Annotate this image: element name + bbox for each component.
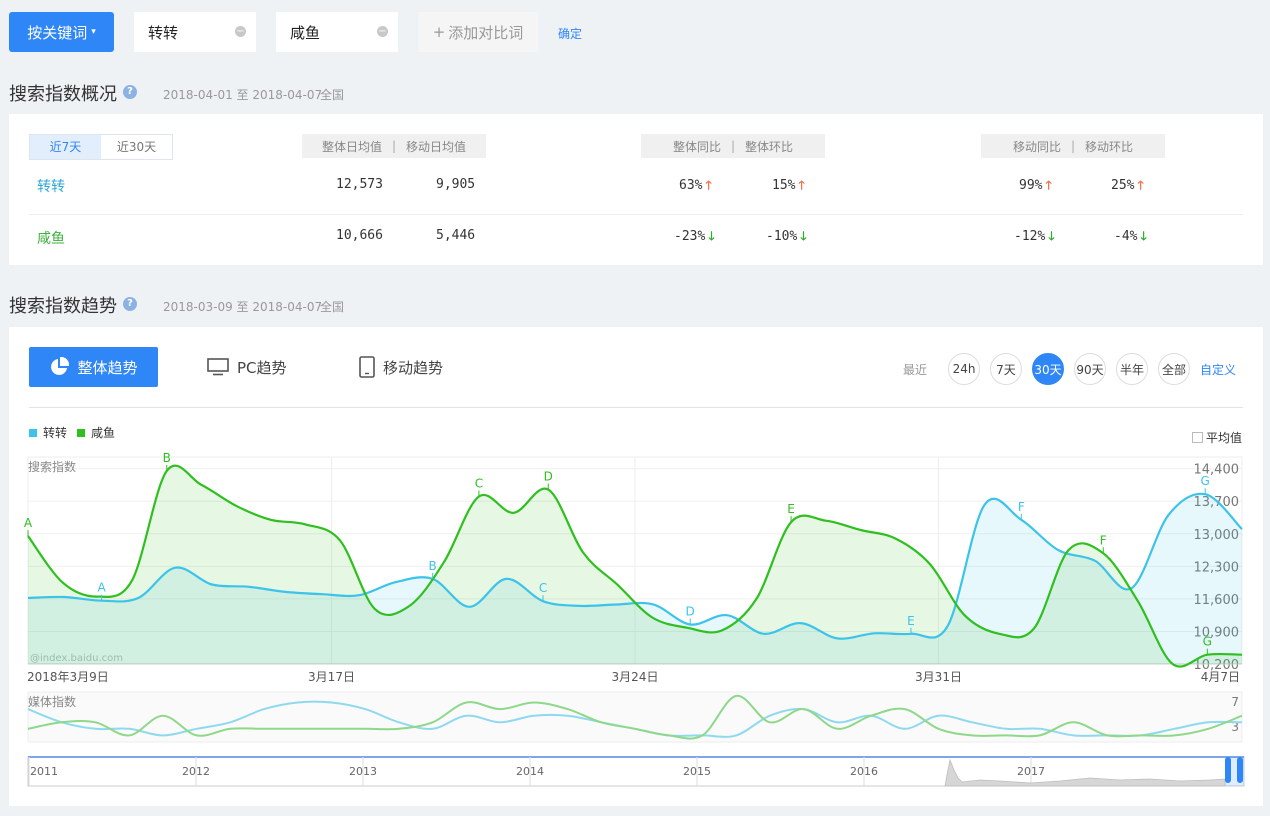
timeline-year-label: 2015 [683, 765, 711, 778]
annotation-label: G [1201, 474, 1210, 488]
annotation-label: D [686, 604, 695, 618]
annotation-label: E [907, 614, 915, 628]
annotation-label: A [24, 516, 33, 530]
annotation-label: C [539, 581, 547, 595]
timeline-year-label: 2016 [850, 765, 878, 778]
x-tick-label: 3月24日 [612, 670, 659, 684]
annotation-label: B [163, 451, 171, 465]
timeline-year-label: 2011 [30, 765, 58, 778]
search-index-chart: 14,40013,70013,00012,30011,60010,90010,2… [24, 451, 1245, 787]
media-y-tick: 7 [1231, 695, 1239, 709]
x-tick-label: 4月7日 [1201, 670, 1240, 684]
timeline-year-label: 2017 [1017, 765, 1045, 778]
annotation-label: G [1203, 635, 1212, 649]
annotation-label: B [429, 559, 437, 573]
timeline-year-label: 2012 [182, 765, 210, 778]
media-chart-title: 媒体指数 [28, 694, 76, 709]
timeline-year-label: 2014 [516, 765, 544, 778]
annotation-label: D [544, 470, 553, 484]
annotation-label: F [1100, 533, 1107, 547]
annotation-label: A [97, 581, 106, 595]
timeline-year-label: 2013 [349, 765, 377, 778]
chart-title: 搜索指数 [28, 459, 76, 474]
timeline-handle-right [1237, 757, 1243, 783]
x-tick-label: 2018年3月9日 [27, 670, 109, 684]
x-tick-label: 3月17日 [308, 670, 355, 684]
annotation-label: F [1018, 500, 1025, 514]
x-tick-label: 3月31日 [915, 670, 962, 684]
annotation-label: E [787, 502, 795, 516]
timeline-handle-left [1225, 757, 1231, 783]
annotation-label: C [475, 477, 483, 491]
